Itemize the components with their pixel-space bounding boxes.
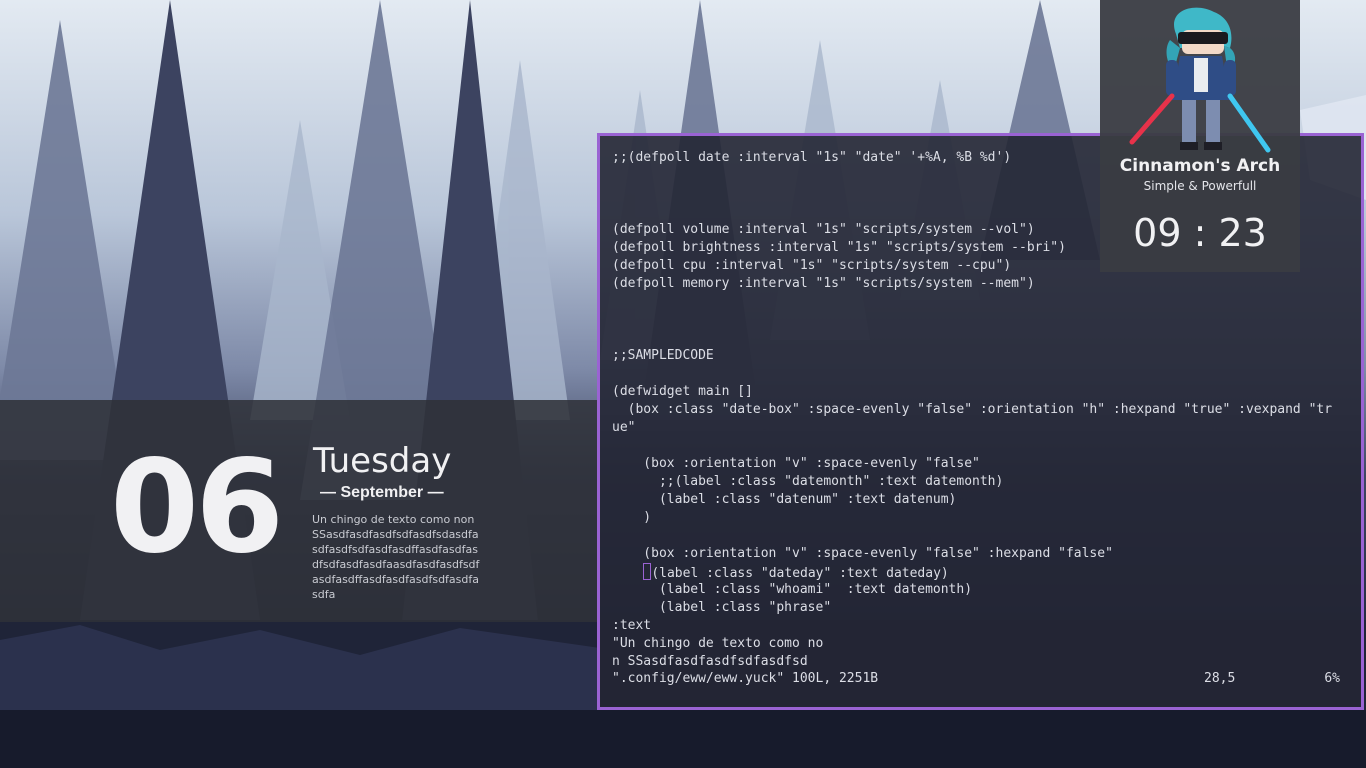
code-line: "Un chingo de texto como no (612, 636, 824, 651)
code-line: ) (612, 510, 652, 525)
date-weekday: Tuesday (313, 441, 452, 481)
editor-statusbar: ".config/eww/eww.yuck" 100L, 2251B 28,5 … (612, 670, 1352, 688)
code-line: (label :class "whoami" :text datemonth) (612, 582, 973, 597)
code-line-text: (label :class "dateday" :text dateday) (651, 566, 949, 581)
status-scroll-percent: 6% (1324, 671, 1340, 686)
code-line: n SSasdfasdfasdfsdfasdfsd (612, 654, 808, 669)
code-line: (label :class "datenum" :text datenum) (612, 492, 957, 507)
clock-time: 09 : 23 (1133, 211, 1267, 255)
profile-name: Cinnamon's Arch (1119, 156, 1281, 176)
code-line: :text (612, 618, 652, 633)
code-line: ;;SAMPLEDCODE (612, 348, 714, 363)
date-phrase: Un chingo de texto como non SSasdfasdfas… (312, 513, 480, 601)
status-cursor-position: 28,5 (1204, 671, 1236, 686)
status-file-info: ".config/eww/eww.yuck" 100L, 2251B (612, 671, 879, 686)
code-line: (label :class "phrase" (612, 600, 832, 615)
date-number: 06 (110, 433, 284, 582)
code-line: (box :orientation "v" :space-evenly "fal… (612, 546, 1113, 561)
code-line: (box :class "date-box" :space-evenly "fa… (612, 402, 1333, 417)
code-line: ue" (612, 420, 636, 435)
code-line: (defpoll memory :interval "1s" "scripts/… (612, 276, 1035, 291)
code-line: (box :orientation "v" :space-evenly "fal… (612, 456, 980, 471)
profile-tagline: Simple & Powerfull (1143, 179, 1257, 193)
date-month: — September — (320, 484, 444, 501)
avatar-icon (1129, 7, 1271, 153)
code-line: (defwidget main [] (612, 384, 753, 399)
code-line: (label :class "dateday" :text dateday) (612, 563, 1352, 581)
code-line: ;;(label :class "datemonth" :text datemo… (612, 474, 1004, 489)
